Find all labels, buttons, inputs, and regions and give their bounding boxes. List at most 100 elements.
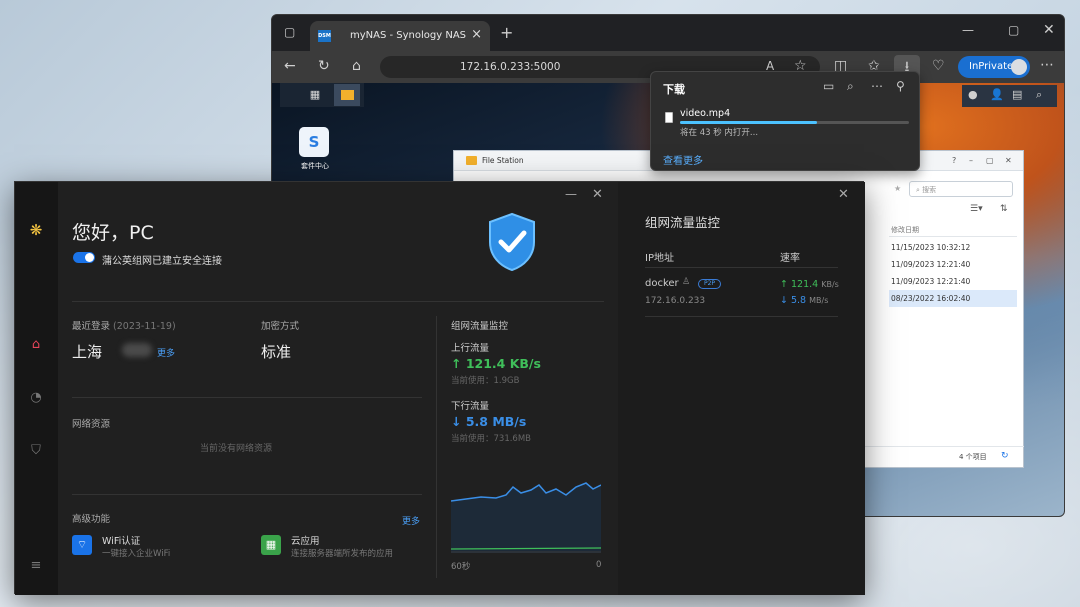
secure-shield-icon [489,212,535,272]
location-more-link[interactable]: 更多 [157,346,175,359]
home-icon[interactable]: ⌂ [26,335,46,355]
column-header-ip: IP地址 [645,253,674,264]
peer-upload: ↑ 121.4 KB/s [780,279,839,290]
file-station-title: File Station [482,156,524,165]
cloud-app-icon[interactable]: ▦ [261,535,281,555]
inprivate-label: InPrivate [969,61,1014,72]
divider [645,267,838,268]
search-icon[interactable]: ⌕ [1036,88,1042,102]
advanced-more-link[interactable]: 更多 [402,514,420,527]
minimize-icon[interactable]: — [962,23,974,37]
home-icon[interactable]: ⌂ [352,58,361,74]
address-text: 172.16.0.233:5000 [460,61,561,73]
vpn-client-window: ❋ ⌂ ◔ ⛉ ≡ 您好，PC 蒲公英组网已建立安全连接 — ✕ 最近登录 (2… [14,181,865,595]
upload-label: 上行流量 [451,343,490,354]
search-placeholder: 搜索 [922,186,937,194]
last-login-label: 最近登录 (2023-11-19) [72,321,176,332]
close-tab-icon[interactable]: × [471,27,482,42]
table-row-selected[interactable]: 08/23/2022 16:02:40 [889,290,1017,307]
divider [72,397,422,398]
more-menu-icon[interactable]: ⋯ [1040,57,1054,73]
table-row[interactable]: 11/09/2023 12:21:40 [889,273,1017,290]
connection-toggle[interactable] [73,252,95,263]
upload-used: 当前使用：1.9GB [451,376,520,386]
more-icon[interactable]: ⋯ [871,79,883,93]
dsm-favicon-icon: DSM [318,30,331,42]
peer-ip: 172.16.0.233 [645,296,706,306]
notification-icon[interactable]: ● [968,88,978,101]
tab-bar: ▢ DSM myNAS - Synology NAS × + — ▢ ✕ [272,15,1064,51]
right-panel: ✕ 组网流量监控 IP地址 速率 docker ♙ P2P 172.16.0.2… [618,182,865,595]
close-icon[interactable]: ✕ [1005,156,1012,165]
help-icon[interactable]: ? [952,156,956,165]
divider [72,301,604,302]
shield-icon[interactable]: ⛉ [26,441,46,461]
wifi-icon[interactable]: ⌔ [72,535,92,555]
main-menu-icon[interactable]: ▦ [302,84,328,106]
downloads-panel: 下载 ▭ ⌕ ⋯ ⚲ video.mp4 将在 43 秒 内打开... 查看更多 [650,71,920,171]
wifi-auth-desc: 一键接入企业WiFi [102,549,171,559]
search-input[interactable]: ⌕ 搜索 [909,181,1013,197]
peer-name[interactable]: docker [645,278,679,289]
file-station-taskbar-icon[interactable] [334,84,360,106]
folder-icon [466,156,477,165]
encryption-value: 标准 [261,343,292,361]
health-icon[interactable]: ♡ [932,58,945,74]
cloud-app-title[interactable]: 云应用 [291,533,320,547]
close-window-icon[interactable]: ✕ [1043,22,1055,38]
favorite-star-icon[interactable]: ★ [894,184,901,193]
dsm-taskbar: ▦ [280,83,364,107]
right-panel-title: 组网流量监控 [645,215,721,230]
column-header-rate: 速率 [780,253,800,264]
profile-avatar [1011,59,1027,75]
browser-tab[interactable]: DSM myNAS - Synology NAS × [310,21,490,51]
pin-icon[interactable]: ⚲ [896,79,905,93]
new-tab-icon[interactable]: + [500,23,513,42]
sort-icon[interactable]: ⇅ [1000,204,1008,214]
package-center-icon[interactable]: S [299,127,329,157]
masked-region [122,343,152,357]
open-folder-icon[interactable]: ▭ [823,79,834,93]
file-icon [665,112,673,123]
wifi-auth-title[interactable]: WiFi认证 [102,533,140,547]
file-station-footer: 4 个项目 ↻ [864,446,1024,466]
table-row[interactable]: 11/09/2023 12:21:40 [889,256,1017,273]
download-progress-bar [680,121,909,124]
widgets-icon[interactable]: ▤ [1012,88,1022,101]
download-file-name[interactable]: video.mp4 [680,108,730,119]
connection-status: 蒲公英组网已建立安全连接 [102,256,222,267]
peer-download: ↓ 5.8 MB/s [780,295,829,306]
user-icon[interactable]: 👤 [990,88,1004,101]
download-status: 将在 43 秒 内打开... [680,128,759,138]
close-icon[interactable]: ✕ [592,187,603,202]
maximize-icon[interactable]: ▢ [986,156,994,165]
chart-axis-left: 60秒 [451,562,471,572]
upload-speed: ↑ 121.4 KB/s [451,356,541,371]
inprivate-button[interactable]: InPrivate [958,56,1030,78]
menu-icon[interactable]: ≡ [26,556,46,576]
chart-axis-right: 0 [596,560,602,570]
search-icon[interactable]: ⌕ [847,79,854,94]
column-header-modified[interactable]: 修改日期 [889,223,1017,237]
greeting: 您好，PC [72,222,154,244]
minimize-icon[interactable]: — [565,187,577,201]
view-list-icon[interactable]: ☰▾ [970,204,983,214]
network-resources-label: 网络资源 [72,419,111,430]
network-icon[interactable]: ◔ [26,388,46,408]
dandelion-logo-icon: ❋ [29,221,43,239]
close-panel-icon[interactable]: ✕ [838,187,849,202]
refresh-icon[interactable]: ↻ [1001,451,1009,461]
no-resources-text: 当前没有网络资源 [200,444,273,454]
back-icon[interactable]: ← [284,58,296,74]
maximize-icon[interactable]: ▢ [1008,23,1019,37]
table-row[interactable]: 11/15/2023 10:32:12 [889,239,1017,256]
see-more-link[interactable]: 查看更多 [663,152,703,167]
minimize-icon[interactable]: – [969,156,973,165]
divider [645,316,838,317]
refresh-icon[interactable]: ↻ [318,58,330,74]
item-count: 4 个项目 [959,453,987,461]
tab-actions-icon[interactable]: ▢ [284,25,295,39]
download-speed: ↓ 5.8 MB/s [451,414,527,429]
cloud-app-desc: 连接服务器端所发布的应用 [291,549,394,559]
linux-icon: ♙ [682,277,691,287]
